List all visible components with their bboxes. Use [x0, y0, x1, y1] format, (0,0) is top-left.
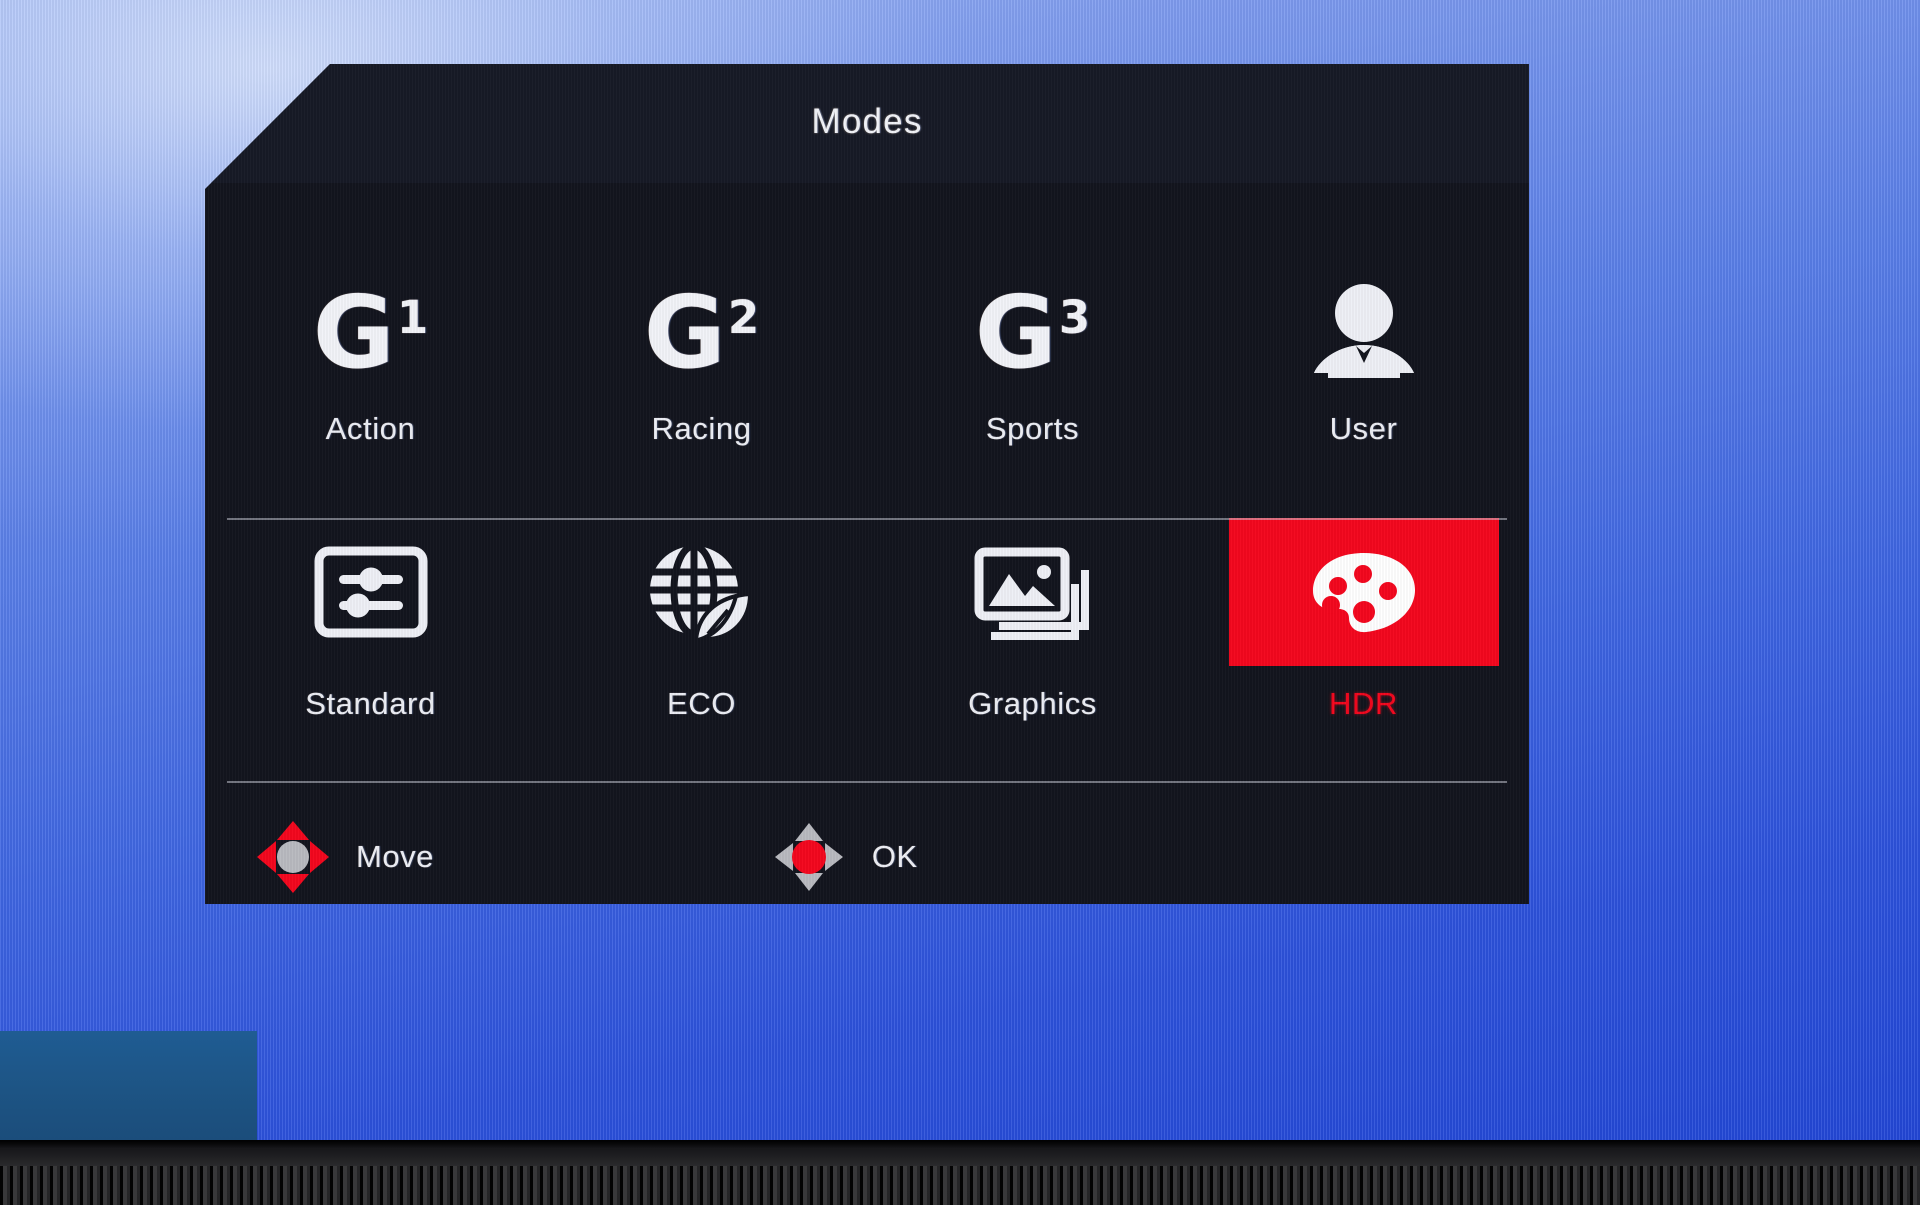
g2-icon: G 2 [643, 274, 760, 391]
g1-superscript: 1 [396, 291, 429, 344]
g3-superscript: 3 [1058, 291, 1091, 344]
user-icon-wrap [1310, 279, 1418, 387]
color-palette-icon [1312, 553, 1415, 633]
g2-letter: G [643, 274, 726, 391]
user-avatar-icon [1313, 284, 1414, 378]
g1-icon-wrap: G 1 [313, 279, 428, 387]
photo-stack-icon [974, 547, 1089, 640]
graphics-icon-wrap [898, 518, 1168, 666]
standard-icon-wrap [236, 518, 506, 666]
hint-label-ok: OK [871, 838, 918, 874]
g2-superscript: 2 [727, 291, 760, 344]
hdr-icon-wrap [1228, 518, 1499, 666]
mode-label-sports: Sports [985, 411, 1080, 446]
mode-tile-graphics[interactable]: Graphics [867, 518, 1198, 780]
mode-tile-hdr[interactable]: HDR [1198, 518, 1529, 780]
mode-tile-racing[interactable]: G 2 Racing [536, 183, 867, 518]
bezel-texture-strip [0, 1166, 1920, 1205]
hint-move[interactable]: Move [255, 819, 434, 895]
sliders-icon [314, 546, 427, 638]
dpad-ok-icon [774, 822, 843, 891]
g3-icon: G 3 [974, 274, 1091, 391]
monitor-screen: Modes G 1 Action G 2 Racing G 3 Sports U… [0, 0, 1920, 1140]
divider-above-footer [227, 781, 1507, 783]
mode-label-graphics: Graphics [968, 686, 1097, 721]
mode-label-user: User [1329, 411, 1398, 446]
globe-leaf-icon [649, 542, 752, 642]
mode-tile-action[interactable]: G 1 Action [205, 183, 536, 518]
mode-label-racing: Racing [651, 411, 752, 446]
hint-label-move: Move [356, 838, 434, 874]
page-title: Modes [811, 102, 923, 141]
g2-icon-wrap: G 2 [644, 279, 759, 387]
mode-tile-user[interactable]: User [1198, 183, 1529, 518]
osd-menu-panel: Modes G 1 Action G 2 Racing G 3 Sports U… [205, 64, 1529, 904]
desktop-taskbar [0, 1031, 257, 1140]
mode-tile-sports[interactable]: G 3 Sports [867, 183, 1198, 518]
bezel-top-edge [0, 1140, 1920, 1149]
g1-letter: G [312, 274, 395, 391]
monitor-bezel [0, 1140, 1920, 1205]
mode-label-standard: Standard [305, 686, 436, 721]
osd-footer: Move OK [205, 809, 1529, 904]
modes-row-gaming: G 1 Action G 2 Racing G 3 Sports User [205, 183, 1529, 518]
g1-icon: G 1 [312, 274, 429, 391]
eco-icon-wrap [567, 518, 837, 666]
mode-label-eco: ECO [667, 686, 736, 721]
hint-ok[interactable]: OK [771, 819, 918, 895]
g3-letter: G [974, 274, 1057, 391]
modes-grid: G 1 Action G 2 Racing G 3 Sports User St… [205, 183, 1529, 780]
mode-tile-standard[interactable]: Standard [205, 518, 536, 780]
mode-label-hdr: HDR [1329, 686, 1398, 721]
g3-icon-wrap: G 3 [975, 279, 1090, 387]
modes-row-picture: Standard ECO Graphics HDR [205, 518, 1529, 780]
divider-between-rows [227, 518, 1507, 520]
mode-label-action: Action [325, 411, 416, 446]
mode-tile-eco[interactable]: ECO [536, 518, 867, 780]
dpad-move-icon [257, 820, 329, 893]
